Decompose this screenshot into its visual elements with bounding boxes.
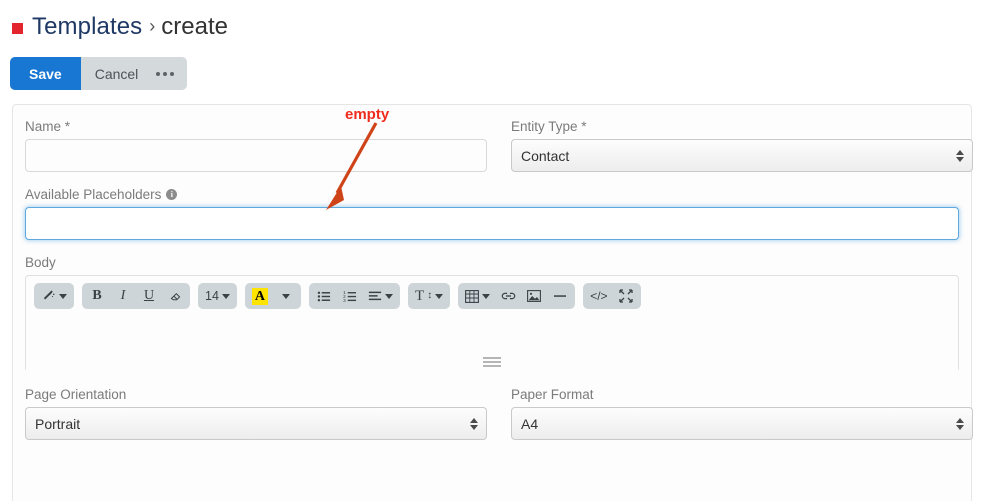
chevron-down-icon [435, 293, 444, 299]
font-size-value: 14 [205, 289, 219, 303]
page-orientation-select[interactable]: Portrait [25, 407, 487, 440]
info-icon[interactable]: i [166, 189, 178, 200]
image-icon[interactable] [521, 283, 547, 309]
template-form-panel: Name * Entity Type * Contact Available P… [12, 104, 973, 501]
horizontal-rule-icon[interactable] [547, 283, 573, 309]
chevron-down-icon [385, 293, 394, 299]
annotation-label: empty [345, 106, 390, 123]
text-color-dropdown[interactable] [273, 283, 299, 309]
paper-format-select[interactable]: A4 [511, 407, 973, 440]
page-orientation-label: Page Orientation [25, 387, 127, 402]
breadcrumb-root-link[interactable]: Templates [32, 13, 142, 41]
field-entity-type: Entity Type * Contact [511, 119, 973, 172]
chevron-down-icon [282, 293, 291, 299]
breadcrumb-separator-icon: › [149, 15, 156, 36]
toolbar-group-text-format: B I U [82, 283, 190, 309]
editor-resize-grip[interactable] [483, 357, 501, 367]
chevron-down-icon [59, 293, 67, 299]
field-name: Name * [25, 119, 487, 172]
toolbar-group-insert [458, 283, 576, 309]
link-icon[interactable] [495, 283, 521, 309]
breadcrumb-current-page: create [161, 13, 228, 40]
red-square-icon [12, 22, 23, 34]
entity-type-select[interactable]: Contact [511, 139, 973, 172]
cancel-button[interactable]: Cancel [81, 57, 153, 90]
name-label: Name * [25, 119, 71, 134]
save-button[interactable]: Save [10, 57, 81, 90]
font-size-dropdown[interactable]: 14 [200, 283, 235, 309]
form-row-body: Body B I U 14 A 1 2 3 T ↕ </> [25, 255, 959, 372]
field-body: Body B I U 14 A 1 2 3 T ↕ </> [25, 255, 959, 372]
italic-icon[interactable]: I [110, 283, 136, 309]
table-icon[interactable] [460, 283, 495, 309]
unordered-list-icon[interactable] [311, 283, 337, 309]
available-placeholders-input[interactable] [25, 207, 959, 240]
svg-text:3: 3 [343, 298, 346, 303]
rich-text-editor: B I U 14 A 1 2 3 T ↕ </> [25, 275, 959, 372]
chevron-down-icon [482, 293, 491, 299]
field-page-orientation: Page Orientation Portrait [25, 387, 487, 440]
text-color-icon[interactable]: A [247, 283, 273, 309]
ordered-list-icon[interactable]: 1 2 3 [337, 283, 363, 309]
toolbar-group-paragraph: T ↕ [408, 283, 451, 309]
fullscreen-icon[interactable] [613, 283, 639, 309]
paper-format-label: Paper Format [511, 387, 594, 402]
editor-toolbar: B I U 14 A 1 2 3 T ↕ </> [26, 276, 958, 316]
form-row-placeholders: Available Placeholders i [25, 187, 959, 240]
toolbar-group-text-color: A [244, 283, 302, 309]
toolbar-group-style [34, 283, 74, 309]
form-row-orientation-format: Page Orientation Portrait Paper Format A… [25, 387, 973, 440]
breadcrumb: Templates › create [0, 0, 982, 44]
available-placeholders-label: Available Placeholders i [25, 187, 959, 202]
entity-type-label: Entity Type * [511, 119, 587, 134]
form-row-name-entity: Name * Entity Type * Contact [25, 119, 973, 172]
eraser-icon[interactable] [162, 283, 188, 309]
chevron-down-icon [221, 293, 230, 299]
body-label: Body [25, 255, 56, 270]
available-placeholders-label-text: Available Placeholders [25, 187, 162, 202]
field-available-placeholders: Available Placeholders i [25, 187, 959, 240]
bold-icon[interactable]: B [84, 283, 110, 309]
underline-icon[interactable]: U [136, 283, 162, 309]
action-button-bar: Save Cancel [10, 57, 188, 90]
toolbar-group-font-size: 14 [198, 283, 237, 309]
ellipsis-icon [156, 71, 175, 76]
more-actions-button[interactable] [152, 57, 187, 90]
toolbar-group-view: </> [583, 283, 641, 309]
toolbar-group-list: 1 2 3 [309, 283, 401, 309]
field-paper-format: Paper Format A4 [511, 387, 973, 440]
code-view-icon[interactable]: </> [585, 283, 612, 309]
magic-wand-icon[interactable] [36, 283, 72, 309]
highlighted-a-glyph: A [251, 287, 269, 305]
align-dropdown-icon[interactable] [363, 283, 398, 309]
name-input[interactable] [25, 139, 487, 172]
line-height-icon[interactable]: T ↕ [410, 283, 448, 309]
